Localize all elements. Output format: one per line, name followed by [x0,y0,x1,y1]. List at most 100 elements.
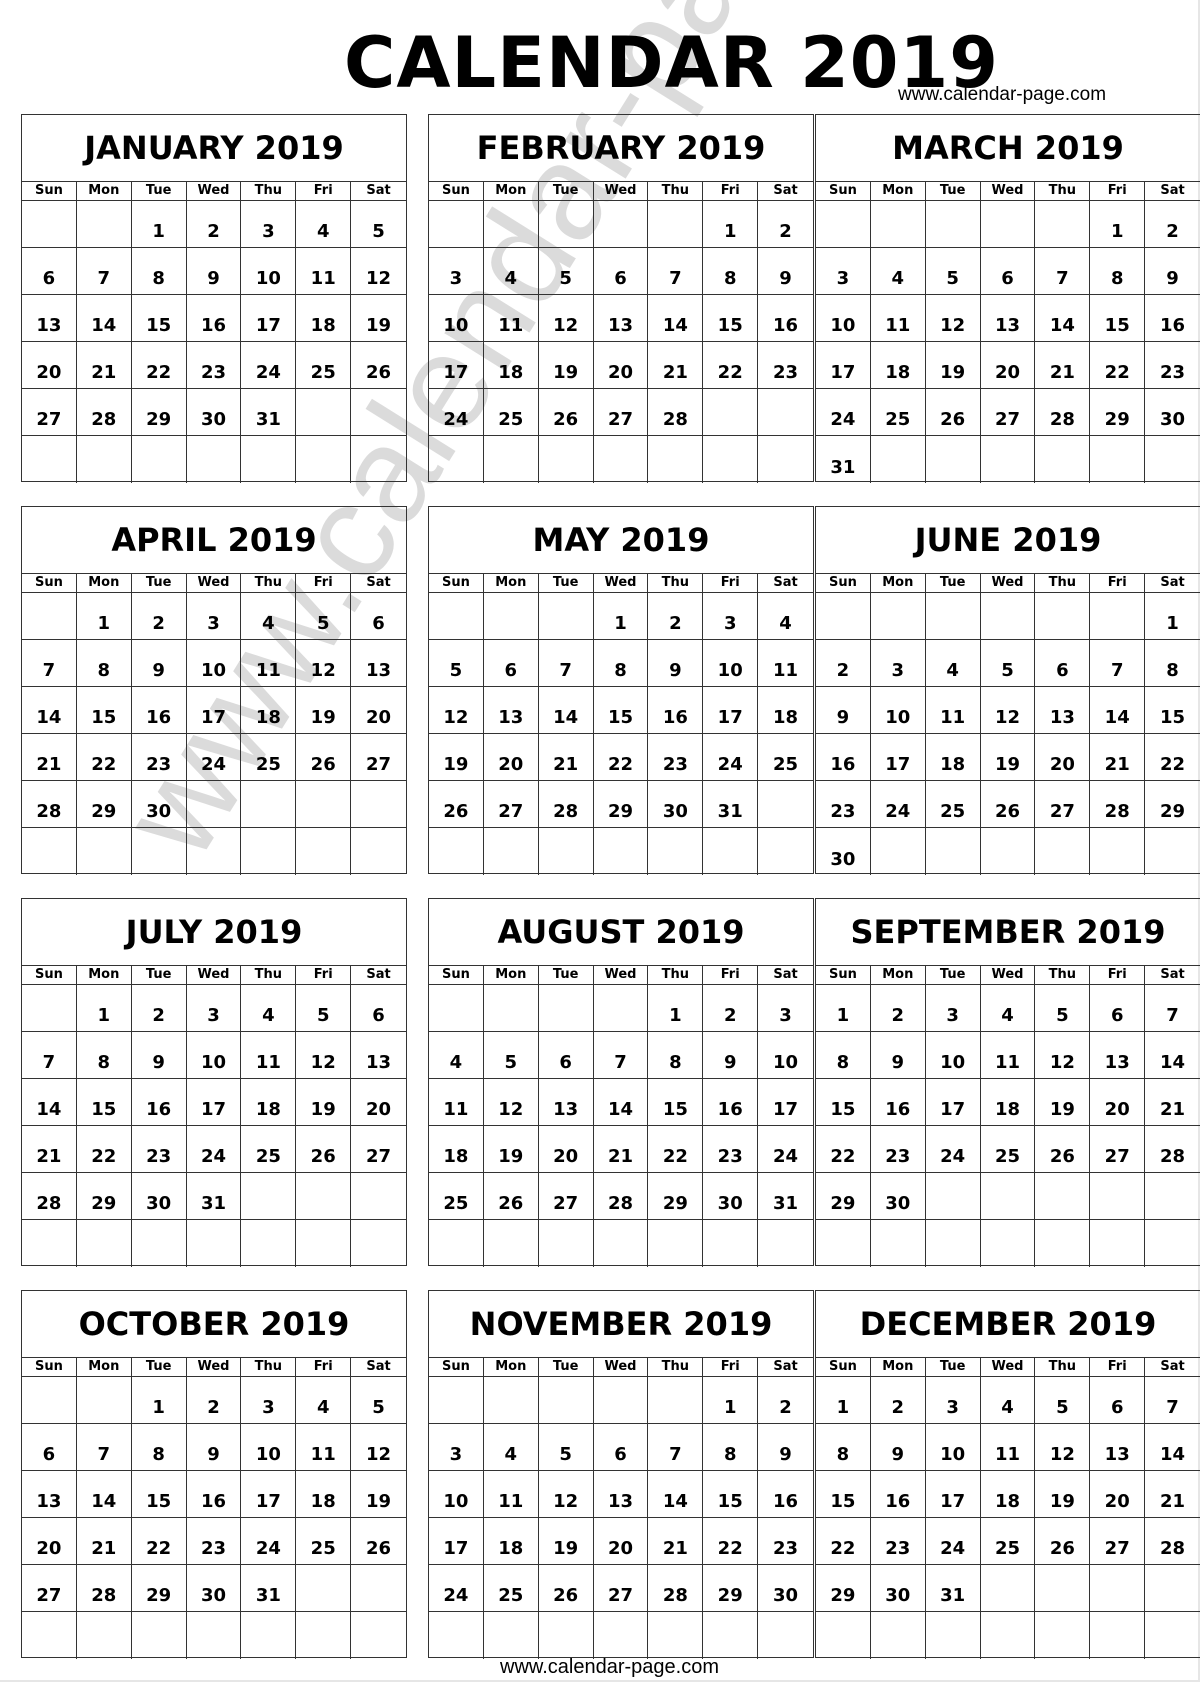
month-title: MAY 2019 [429,507,813,574]
day-cell: 28 [1035,389,1091,436]
day-cell [1035,1220,1091,1267]
day-cell [703,1220,759,1267]
day-cell: 17 [925,1079,981,1126]
day-cell: 14 [648,1471,704,1518]
day-cell: 25 [925,781,981,828]
month-title: SEPTEMBER 2019 [816,899,1200,966]
month-title: JUNE 2019 [816,507,1200,574]
day-cell [22,985,77,1032]
day-cell: 5 [538,248,594,295]
day-cell: 6 [1035,640,1091,687]
day-cell: 6 [22,248,77,295]
day-cell: 3 [870,640,926,687]
day-cell: 19 [296,687,352,734]
site-url-top[interactable]: www.calendar-page.com [898,84,1106,106]
day-cell: 26 [1035,1518,1091,1565]
day-cell: 2 [758,201,813,248]
day-cell [871,828,926,875]
day-cell [758,1612,813,1659]
day-cell: 8 [131,1424,187,1471]
day-cell: 25 [241,734,297,781]
day-cell [1090,593,1146,640]
day-cell: 26 [351,342,406,389]
day-cell: 12 [483,1079,539,1126]
day-cell: 9 [648,640,704,687]
day-cell: 28 [1090,781,1146,828]
day-cell [22,1377,77,1424]
day-cell: 23 [186,1518,242,1565]
month-title: JANUARY 2019 [22,115,406,182]
day-cell: 7 [593,1032,649,1079]
day-cell: 2 [870,1377,926,1424]
day-cell: 27 [22,389,77,436]
day-grid: 1 2 3 4 5 6 7 8 9 10 11 12 13 14 15 16 17 18 19 20 21 22 23 24 2… [22,593,406,875]
day-cell: 19 [980,734,1036,781]
day-cell: 1 [648,985,704,1032]
weekday-label: Thu [1035,1358,1091,1376]
day-cell: 31 [816,436,871,483]
day-cell: 15 [593,687,649,734]
day-grid: 1 2 3 4 5 6 7 8 9 10 11 12 13 14 15 16 17 18 19 20 21 22 23 24 2… [429,593,813,875]
day-cell: 2 [1145,201,1200,248]
day-cell [483,1377,539,1424]
day-cell [980,1173,1036,1220]
day-cell: 1 [1145,593,1200,640]
day-cell [593,201,649,248]
day-cell [484,828,539,875]
day-cell: 22 [1090,342,1146,389]
day-cell: 15 [703,295,759,342]
weekday-label: Wed [187,966,242,984]
weekday-label: Tue [539,1358,594,1376]
day-cell: 11 [241,1032,297,1079]
day-cell [296,1173,352,1220]
day-cell: 24 [925,1518,981,1565]
day-cell: 4 [296,201,352,248]
day-cell [538,201,594,248]
day-cell: 6 [538,1032,594,1079]
day-cell: 14 [538,687,594,734]
day-cell: 4 [870,248,926,295]
site-url-bottom[interactable]: www.calendar-page.com [500,1656,719,1679]
day-cell: 12 [296,640,352,687]
weekday-label: Sun [22,1358,77,1376]
day-cell: 19 [351,1471,406,1518]
day-cell: 8 [703,1424,759,1471]
day-cell [648,1612,704,1659]
day-cell: 19 [925,342,981,389]
weekday-label: Thu [648,574,704,592]
day-cell [926,436,981,483]
day-cell: 31 [758,1173,813,1220]
day-cell [483,201,539,248]
day-cell [77,436,132,483]
day-cell: 4 [429,1032,484,1079]
day-cell: 30 [703,1173,759,1220]
weekday-label: Tue [926,1358,981,1376]
day-cell [483,985,539,1032]
weekday-header-row: Sun Mon Tue Wed Thu Fri Sat [22,574,406,593]
day-cell: 19 [538,342,594,389]
day-cell: 28 [648,1565,704,1612]
day-cell [703,1612,759,1659]
day-cell: 3 [186,985,242,1032]
day-cell: 16 [870,1471,926,1518]
day-cell: 29 [1090,389,1146,436]
day-cell [703,436,759,483]
day-cell [981,1612,1036,1659]
day-cell: 22 [816,1518,871,1565]
weekday-label: Sun [429,574,484,592]
day-cell [429,828,484,875]
day-cell: 18 [241,687,297,734]
day-cell: 23 [131,734,187,781]
day-cell [351,436,406,483]
weekday-label: Fri [703,1358,759,1376]
month-title: JULY 2019 [22,899,406,966]
day-cell: 11 [925,687,981,734]
month-block: APRIL 2019 Sun Mon Tue Wed Thu Fri Sat 1 2 3 4 5 6 7 8 9… [21,506,407,875]
day-cell: 27 [1090,1518,1146,1565]
day-cell: 14 [648,295,704,342]
day-cell: 4 [980,985,1036,1032]
day-cell [925,201,981,248]
day-cell [539,828,594,875]
day-cell [187,436,242,483]
day-cell: 2 [131,593,187,640]
